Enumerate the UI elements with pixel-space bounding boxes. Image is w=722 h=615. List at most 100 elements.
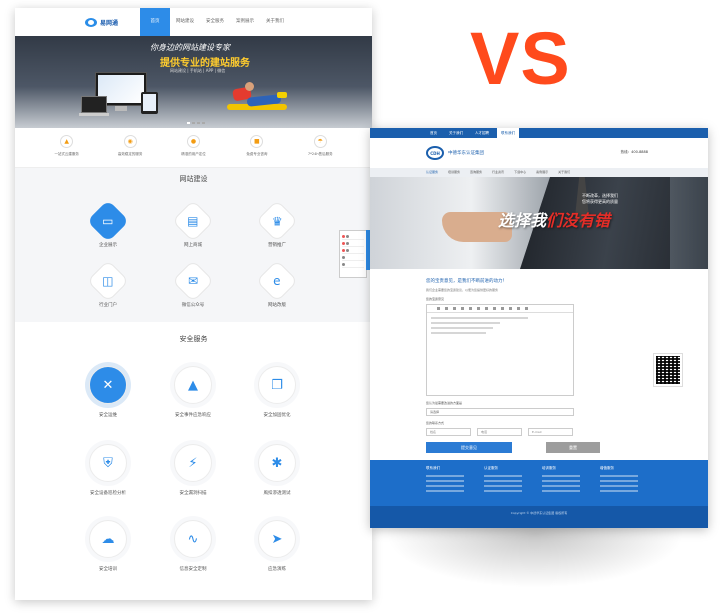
copy-icon: ❐ xyxy=(258,366,296,404)
compass-icon: ➤ xyxy=(258,520,296,558)
footer-column: 培训服务 xyxy=(542,466,580,506)
footer-column: 增值服务 xyxy=(600,466,638,506)
left-banner-line1: 你身边的网站建设专家 xyxy=(150,43,230,52)
menu-item[interactable]: 培训服务 xyxy=(448,168,460,177)
footer-heading: 培训服务 xyxy=(542,466,556,470)
form-description: 我们企业需要您的宝贵建议，以便为您提供更好的服务 xyxy=(426,288,499,292)
banner-pagination[interactable] xyxy=(187,122,205,124)
left-logo-text: 易网通 xyxy=(100,19,119,27)
right-banner-slogan: 选择我们没有错 xyxy=(498,207,610,231)
feature-item: ▲ 一站式云建服务 xyxy=(45,135,89,167)
security-drill[interactable]: ➤ 应急演练 xyxy=(242,520,312,572)
shield-icon: ⛨ xyxy=(89,444,127,482)
right-website-screenshot: 首页 关于我们 人才招聘 联系我们 CDH 中德华东认证集团 热线：400-88… xyxy=(370,128,708,528)
warning-icon: ▲ xyxy=(174,366,212,404)
service-label: 网站改版 xyxy=(268,303,286,308)
left-nav-cases[interactable]: 案例展示 xyxy=(230,8,260,36)
left-nav-about[interactable]: 关于我们 xyxy=(260,8,290,36)
contact-label: 您的联系方式 xyxy=(426,421,445,425)
left-nav-security[interactable]: 安全服务 xyxy=(200,8,230,36)
slogan-part: 选择我 xyxy=(498,211,547,230)
service-shop[interactable]: ▤ 网上商城 xyxy=(158,199,228,248)
left-hero-banner[interactable]: 你身边的网站建设专家 提供专业的建站服务 网站建设 | 手机站 | APP | … xyxy=(15,36,372,128)
service-label: 行业门户 xyxy=(99,303,117,308)
globe-icon: ◉ xyxy=(123,135,137,148)
footer-heading: 认证服务 xyxy=(484,466,498,470)
right-footer: 联系我们 认证服务 培训服务 增值服务 xyxy=(370,460,708,506)
floating-contact-panel[interactable] xyxy=(339,230,367,278)
email-input[interactable]: E-mail xyxy=(528,428,573,436)
left-logo[interactable]: 易网通 xyxy=(85,17,119,27)
menu-item[interactable]: 行业资讯 xyxy=(492,168,504,177)
message-label: 您的宝贵意见 xyxy=(426,297,445,301)
feature-item: ☂ 7*24h售后服务 xyxy=(298,135,342,167)
editor-toolbar[interactable] xyxy=(427,305,573,313)
feature-label: 免费专业咨询 xyxy=(246,152,268,156)
left-nav-build[interactable]: 网站建设 xyxy=(170,8,200,36)
right-header: CDH 中德华东认证集团 热线：400-8888 xyxy=(370,138,708,168)
service-label: 网上商城 xyxy=(184,243,202,248)
security-training[interactable]: ☁ 安全培训 xyxy=(73,520,143,572)
improvement-select[interactable]: 请选择 xyxy=(426,408,574,416)
service-label: 安全漏洞扫描 xyxy=(179,491,207,496)
feature-label: 高效稳定的服务 xyxy=(117,152,143,156)
users-icon: ● xyxy=(186,135,200,148)
reset-button[interactable]: 重置 xyxy=(546,442,600,453)
slogan-highlight: 们没有错 xyxy=(546,211,611,230)
right-top-link[interactable]: 关于我们 xyxy=(445,128,467,138)
menu-item[interactable]: 案例展示 xyxy=(536,168,548,177)
security-custom[interactable]: ∿ 信息安全定制 xyxy=(158,520,228,572)
security-pentest[interactable]: ✱ 風扣渗透测试 xyxy=(242,444,312,496)
feature-label: 7*24h售后服务 xyxy=(307,152,333,156)
service-marketing[interactable]: ♛ 营销推广 xyxy=(242,199,312,248)
hotline-text: 热线：400-8888 xyxy=(620,150,648,154)
menu-item[interactable]: 下载中心 xyxy=(514,168,526,177)
wechat-icon: ✉ xyxy=(171,259,215,303)
tools-icon: ✕ xyxy=(89,366,127,404)
footer-column: 认证服务 xyxy=(484,466,522,506)
name-input[interactable]: 姓名 xyxy=(426,428,471,436)
menu-item[interactable]: 咨询服务 xyxy=(470,168,482,177)
submit-button[interactable]: 提交意见 xyxy=(426,442,512,453)
right-hero-banner[interactable]: 选择我们没有错 不断改革，选择我们 您将获得更高的质量 xyxy=(370,177,708,269)
service-redesign[interactable]: e 网站改版 xyxy=(242,259,312,308)
marketing-icon: ♛ xyxy=(255,199,299,243)
left-website-screenshot: 易网通 首页 网站建设 安全服务 案例展示 关于我们 你身边的网站建设专家 提供… xyxy=(15,8,372,600)
feature-item: ● 精准的用户定位 xyxy=(171,135,215,167)
security-incident[interactable]: ▲ 安全事件应急响应 xyxy=(158,366,228,418)
right-top-link[interactable]: 人才招聘 xyxy=(471,128,493,138)
footer-heading: 增值服务 xyxy=(600,466,614,470)
service-label: 安全培训 xyxy=(99,567,117,572)
qr-code-icon xyxy=(653,353,683,387)
service-enterprise[interactable]: ▭ 企业展示 xyxy=(73,199,143,248)
footer-heading: 联系我们 xyxy=(426,466,440,470)
portal-icon: ◫ xyxy=(86,259,130,303)
section-title: 网站建设 xyxy=(179,175,208,183)
security-inspection[interactable]: ⛨ 安全设备巡检分析 xyxy=(73,444,143,496)
service-label: 安全运维 xyxy=(99,413,117,418)
service-portal[interactable]: ◫ 行业门户 xyxy=(73,259,143,308)
website-build-section: 网站建设 ▭ 企业展示 ▤ 网上商城 ♛ 营销推广 ◫ 行业门户 ✉ 微信公众号… xyxy=(15,168,372,322)
left-nav-home[interactable]: 首页 xyxy=(140,8,171,36)
umbrella-icon: ☂ xyxy=(313,135,327,148)
feature-item: ■ 免费专业咨询 xyxy=(235,135,279,167)
cdh-logo[interactable]: CDH xyxy=(426,146,444,160)
right-top-bar: 首页 关于我们 人才招聘 联系我们 xyxy=(370,128,708,138)
security-scan[interactable]: ⚡ 安全漏洞扫描 xyxy=(158,444,228,496)
service-wechat[interactable]: ✉ 微信公众号 xyxy=(158,259,228,308)
comparison-stage: 易网通 首页 网站建设 安全服务 案例展示 关于我们 你身边的网站建设专家 提供… xyxy=(0,0,722,615)
menu-item[interactable]: 认证服务 xyxy=(426,168,438,177)
phone-input[interactable]: 电话 xyxy=(477,428,522,436)
message-editor[interactable] xyxy=(426,304,574,396)
monitor-icon: ▭ xyxy=(86,199,130,243)
bolt-icon: ⚡ xyxy=(174,444,212,482)
left-feature-strip: ▲ 一站式云建服务 ◉ 高效稳定的服务 ● 精准的用户定位 ■ 免费专业咨询 ☂… xyxy=(15,128,372,168)
security-ops[interactable]: ✕ 安全运维 xyxy=(73,366,143,418)
right-top-link[interactable]: 联系我们 xyxy=(497,128,519,138)
security-hardening[interactable]: ❐ 安全加固优化 xyxy=(242,366,312,418)
right-top-link[interactable]: 首页 xyxy=(426,128,441,138)
service-label: 应急演练 xyxy=(268,567,286,572)
menu-item[interactable]: 关于我们 xyxy=(558,168,570,177)
right-logo-text: 中德华东认证集团 xyxy=(448,151,484,156)
logo-icon xyxy=(85,17,97,27)
